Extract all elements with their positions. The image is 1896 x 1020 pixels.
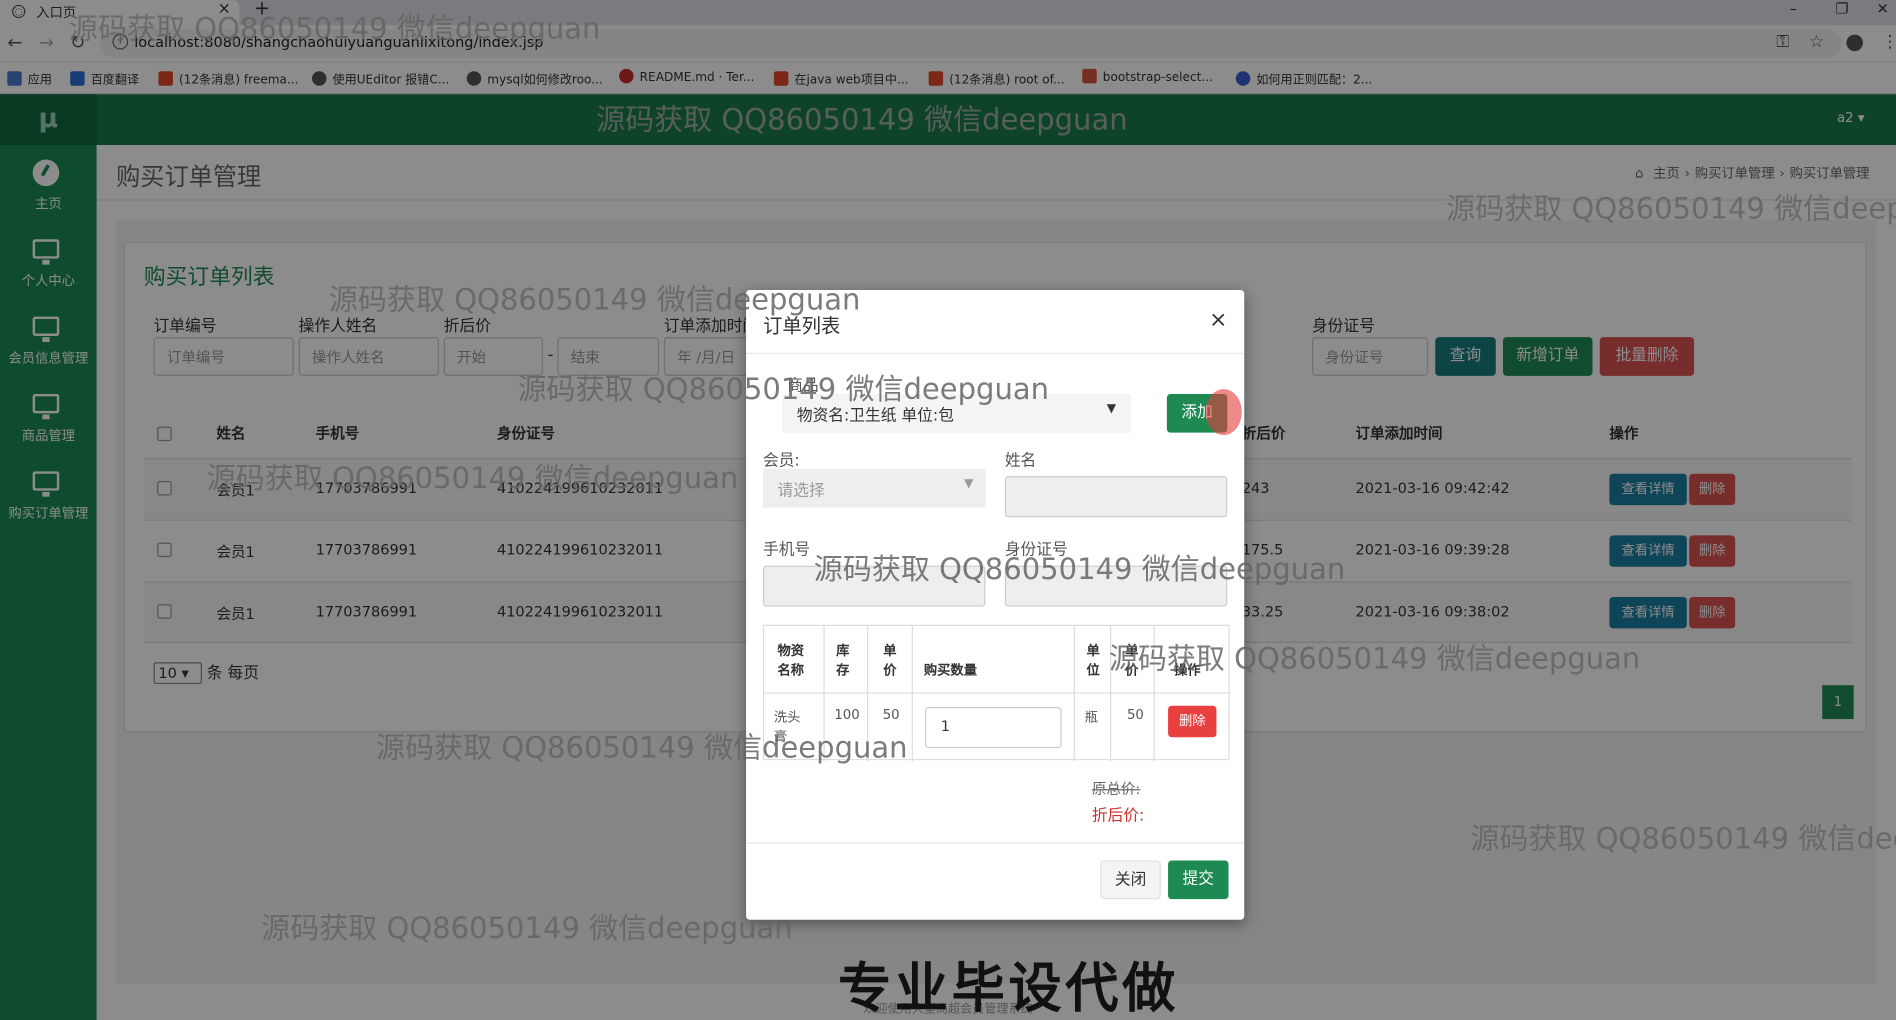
name-label: 姓名: [1004, 451, 1037, 471]
column-header: 物资名称: [777, 642, 805, 678]
item-delete-button[interactable]: 删除: [1168, 705, 1217, 738]
member-label: 会员:: [762, 451, 800, 471]
column-header: 单价: [883, 642, 897, 678]
caret-down-icon: ▼: [964, 477, 974, 491]
watermark: 源码获取 QQ86050149 微信deepguan: [261, 911, 793, 946]
watermark: 源码获取 QQ86050149 微信deepguan: [206, 461, 739, 496]
close-button[interactable]: 关闭: [1100, 860, 1161, 900]
watermark: 源码获取 QQ86050149 微信deepguan: [517, 372, 1050, 407]
screen: ◌ 入口页 × + – ❐ ✕ ← → ↻ i localhost:8080/s…: [0, 0, 1896, 1020]
item-stock: 100: [834, 706, 860, 723]
watermark: 源码获取 QQ86050149 微信deepguan: [596, 102, 1128, 137]
close-icon[interactable]: ×: [1209, 307, 1227, 332]
column-header: 库存: [836, 642, 850, 678]
quantity-input[interactable]: 1: [925, 706, 1062, 749]
submit-button[interactable]: 提交: [1168, 860, 1229, 900]
watermark: 源码获取 QQ86050149 微信deepguan: [376, 731, 908, 765]
watermark: 源码获取 QQ86050149 微信deepguan: [328, 282, 861, 317]
banner-watermark: 专业毕设代做: [837, 958, 1179, 1020]
original-total-label: 原总价:: [1091, 780, 1141, 798]
item-price: 50: [882, 706, 900, 723]
watermark: 源码获取 QQ86050149 微信deepguan: [813, 552, 1346, 587]
phone-label: 手机号: [762, 541, 811, 560]
goods-select-value: 物资名:卫生纸 单位:包: [796, 407, 954, 426]
column-header: 单位: [1086, 642, 1100, 678]
watermark: 源码获取 QQ86050149 微信deepguan: [1470, 821, 1896, 856]
watermark: 源码获取 QQ86050149 微信deepguan: [1446, 192, 1896, 226]
item-unit: 瓶: [1084, 709, 1098, 726]
caret-down-icon: ▼: [1106, 402, 1117, 416]
watermark: 源码获取 QQ86050149 微信deepguan: [1108, 641, 1641, 676]
member-select-placeholder: 请选择: [777, 482, 825, 501]
member-select[interactable]: 请选择 ▼: [762, 468, 986, 508]
click-indicator: [1205, 389, 1242, 436]
discount-total-label: 折后价:: [1091, 807, 1145, 826]
watermark: 源码获取 QQ86050149 微信deepguan: [68, 12, 601, 46]
name-field[interactable]: [1004, 476, 1228, 518]
item-subtotal: 50: [1126, 706, 1144, 723]
